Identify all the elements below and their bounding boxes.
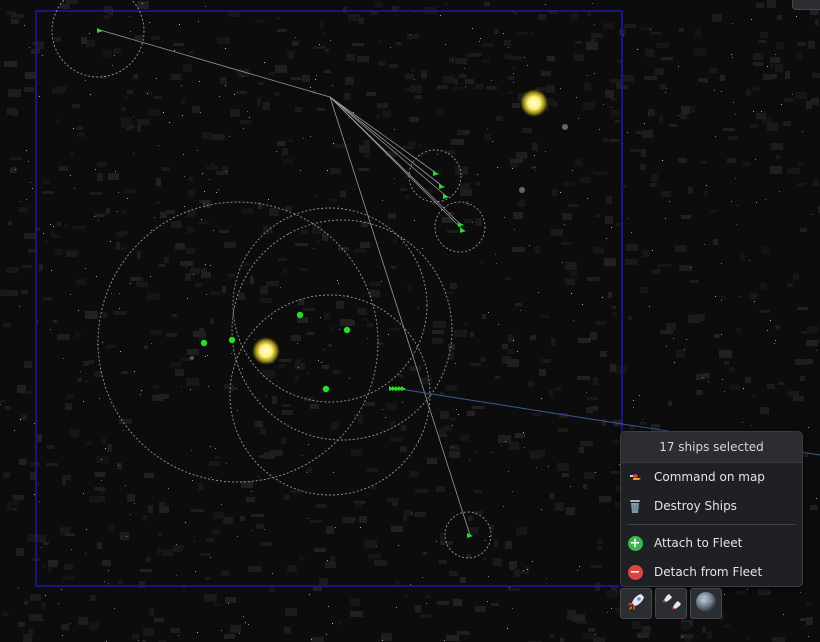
context-menu: 17 ships selected Command on map Destroy… [620,431,803,587]
attach-to-fleet-item[interactable]: + Attach to Fleet [621,529,802,557]
plus-circle-icon: + [627,535,643,551]
planet[interactable] [562,124,568,130]
ship[interactable] [200,339,208,347]
minus-circle-icon: − [627,564,643,580]
destroy-ships-item[interactable]: Destroy Ships [621,492,802,520]
ship[interactable] [322,385,330,393]
ships-button[interactable] [655,588,687,619]
command-on-map-item[interactable]: Command on map [621,463,802,491]
star[interactable] [520,89,548,117]
rocket-icon [625,591,647,617]
detach-from-fleet-item[interactable]: − Detach from Fleet [621,558,802,586]
corner-panel-tab[interactable] [792,0,820,10]
ship[interactable] [343,326,351,334]
rocket-button[interactable] [620,588,652,619]
ships-icon [660,591,682,617]
planet-icon [694,590,718,618]
selection-count-header: 17 ships selected [621,432,802,463]
command-map-icon [627,469,643,485]
detach-from-fleet-label: Detach from Fleet [654,565,763,579]
bottom-toolbar [620,588,722,620]
planet[interactable] [190,356,194,360]
planet-button[interactable] [690,588,722,619]
destroy-ships-label: Destroy Ships [654,499,737,513]
trash-icon [627,498,643,514]
command-on-map-label: Command on map [654,470,765,484]
ship[interactable] [296,311,304,319]
menu-divider [627,524,796,525]
ship[interactable] [228,336,236,344]
planet[interactable] [519,187,525,193]
attach-to-fleet-label: Attach to Fleet [654,536,743,550]
star[interactable] [252,337,280,365]
